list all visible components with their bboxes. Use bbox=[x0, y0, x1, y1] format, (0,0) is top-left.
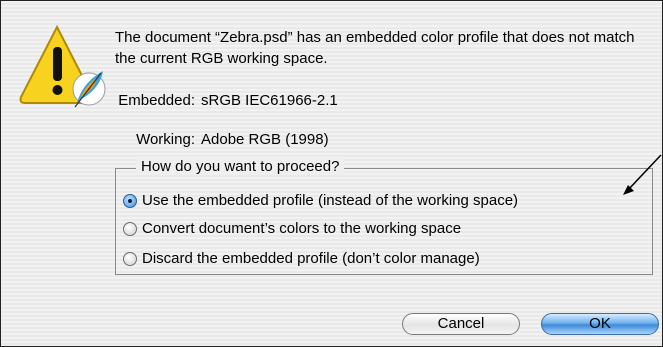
arrow-icon bbox=[623, 154, 662, 195]
group-legend: How do you want to proceed? bbox=[136, 158, 345, 175]
option-label[interactable]: Use the embedded profile (instead of the… bbox=[142, 192, 518, 209]
ok-button[interactable]: OK bbox=[541, 313, 659, 335]
embedded-value: sRGB IEC61966-2.1 bbox=[201, 92, 338, 109]
option-discard-profile[interactable]: Discard the embedded profile (don’t colo… bbox=[123, 250, 480, 267]
embedded-label: Embedded: bbox=[118, 92, 195, 109]
radio-button-selected[interactable] bbox=[123, 193, 137, 208]
radio-button[interactable] bbox=[123, 251, 137, 266]
working-profile-row: Working: Adobe RGB (1998) bbox=[99, 131, 329, 148]
embedded-profile-row: Embedded: sRGB IEC61966-2.1 bbox=[99, 92, 338, 109]
color-profile-dialog: The document “Zebra.psd” has an embedded… bbox=[0, 0, 663, 347]
radio-button[interactable] bbox=[123, 221, 137, 236]
working-value: Adobe RGB (1998) bbox=[201, 131, 329, 148]
dialog-message: The document “Zebra.psd” has an embedded… bbox=[115, 29, 635, 67]
option-label[interactable]: Discard the embedded profile (don’t colo… bbox=[142, 250, 480, 267]
cancel-button[interactable]: Cancel bbox=[402, 313, 520, 335]
option-convert-colors[interactable]: Convert document’s colors to the working… bbox=[123, 220, 461, 237]
working-label: Working: bbox=[136, 131, 195, 148]
warning-icon bbox=[19, 24, 106, 108]
option-label[interactable]: Convert document’s colors to the working… bbox=[142, 220, 461, 237]
option-use-embedded[interactable]: Use the embedded profile (instead of the… bbox=[123, 192, 518, 209]
